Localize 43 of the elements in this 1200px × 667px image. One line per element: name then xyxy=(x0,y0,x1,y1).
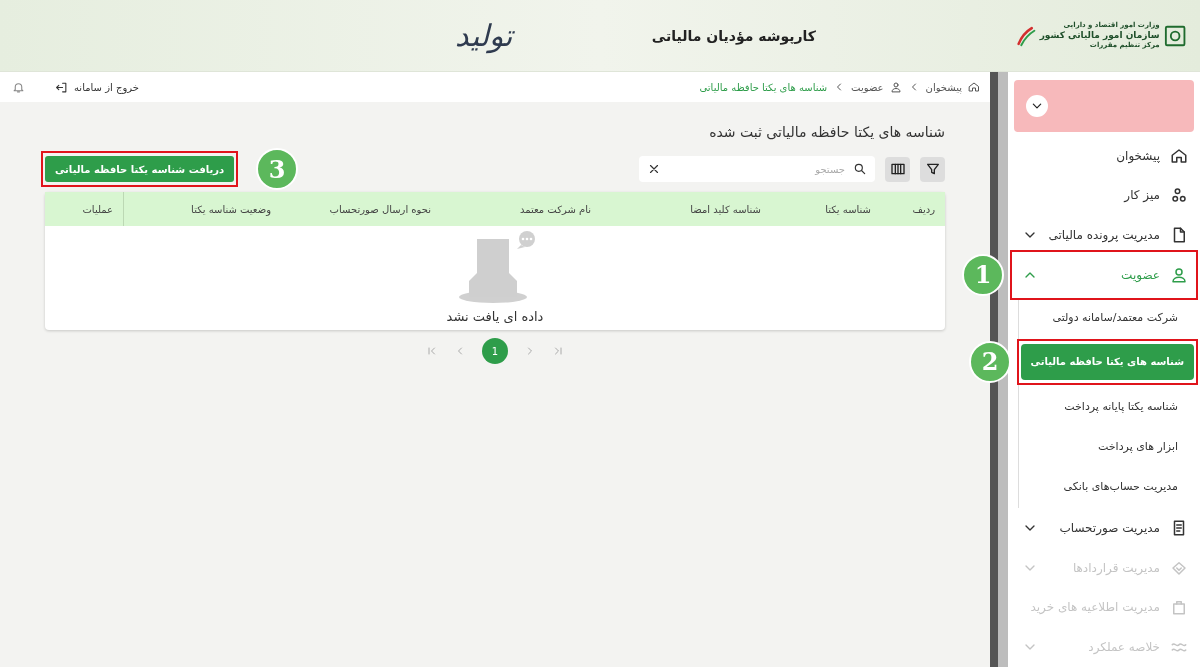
column-header: نحوه ارسال صورتحساب xyxy=(328,202,432,217)
sidebar-item[interactable]: مدیریت پرونده مالیاتی xyxy=(1014,215,1194,256)
logout-button[interactable]: خروج از سامانه xyxy=(55,80,139,94)
step-number: 3 xyxy=(256,148,299,190)
breadcrumb-link[interactable]: شناسه های یکتا حافظه مالیاتی xyxy=(699,81,828,93)
columns-icon xyxy=(889,161,906,177)
chevron-down-icon[interactable] xyxy=(1026,94,1048,117)
submenu-item[interactable]: مدیریت حساب‌های بانکی xyxy=(1019,467,1194,506)
shopping-bag-icon xyxy=(1170,598,1188,617)
column-header: نام شرکت معتمد xyxy=(518,202,592,217)
bell-icon[interactable] xyxy=(12,80,25,94)
sidebar-item[interactable]: میز کار xyxy=(1014,175,1194,216)
column-header: شناسه یکتا xyxy=(824,202,872,217)
columns-button[interactable] xyxy=(885,156,910,182)
logo-text: سازمان امور مالیاتی کشور xyxy=(1039,29,1160,42)
app-title: کارپوشه مؤدیان مالیاتی xyxy=(651,27,816,44)
empty-message: داده ای یافت نشد xyxy=(446,309,544,324)
user-icon xyxy=(889,81,902,93)
circles-icon xyxy=(1170,186,1188,205)
step-number: 1 xyxy=(962,253,1004,296)
sidebar-item[interactable]: پیشخوان xyxy=(1014,135,1194,176)
step-number: 2 xyxy=(969,340,1011,383)
sidebar-item[interactable]: مدیریت صورتحساب xyxy=(1014,507,1194,548)
breadcrumb-link[interactable]: عضویت xyxy=(851,81,884,93)
column-header: ردیف xyxy=(911,202,936,217)
filter-button[interactable] xyxy=(920,156,945,182)
user-icon xyxy=(1170,265,1188,284)
column-header: وضعیت شناسه یکتا xyxy=(190,202,272,218)
logout-icon xyxy=(55,80,68,94)
submenu-item[interactable]: ابزار های پرداخت xyxy=(1019,427,1194,466)
search-icon xyxy=(853,162,867,176)
column-header: عملیات xyxy=(45,192,124,226)
submenu-item[interactable]: شرکت معتمد/سامانه دولتی xyxy=(1019,298,1194,337)
filter-icon xyxy=(924,161,941,177)
home-icon xyxy=(1170,146,1188,165)
close-icon[interactable] xyxy=(647,162,661,176)
page-title: شناسه های یکتا حافظه مالیاتی ثبت شده xyxy=(708,124,945,140)
sidebar-item[interactable]: عضویت xyxy=(1014,255,1194,295)
submenu-item[interactable]: شناسه یکتا پایانه پرداخت xyxy=(1019,387,1194,426)
search-field[interactable]: جستجو xyxy=(639,156,875,182)
column-header: شناسه کلید امضا xyxy=(689,202,762,217)
breadcrumb-link[interactable]: پیشخوان xyxy=(925,81,962,93)
home-icon xyxy=(968,81,980,93)
